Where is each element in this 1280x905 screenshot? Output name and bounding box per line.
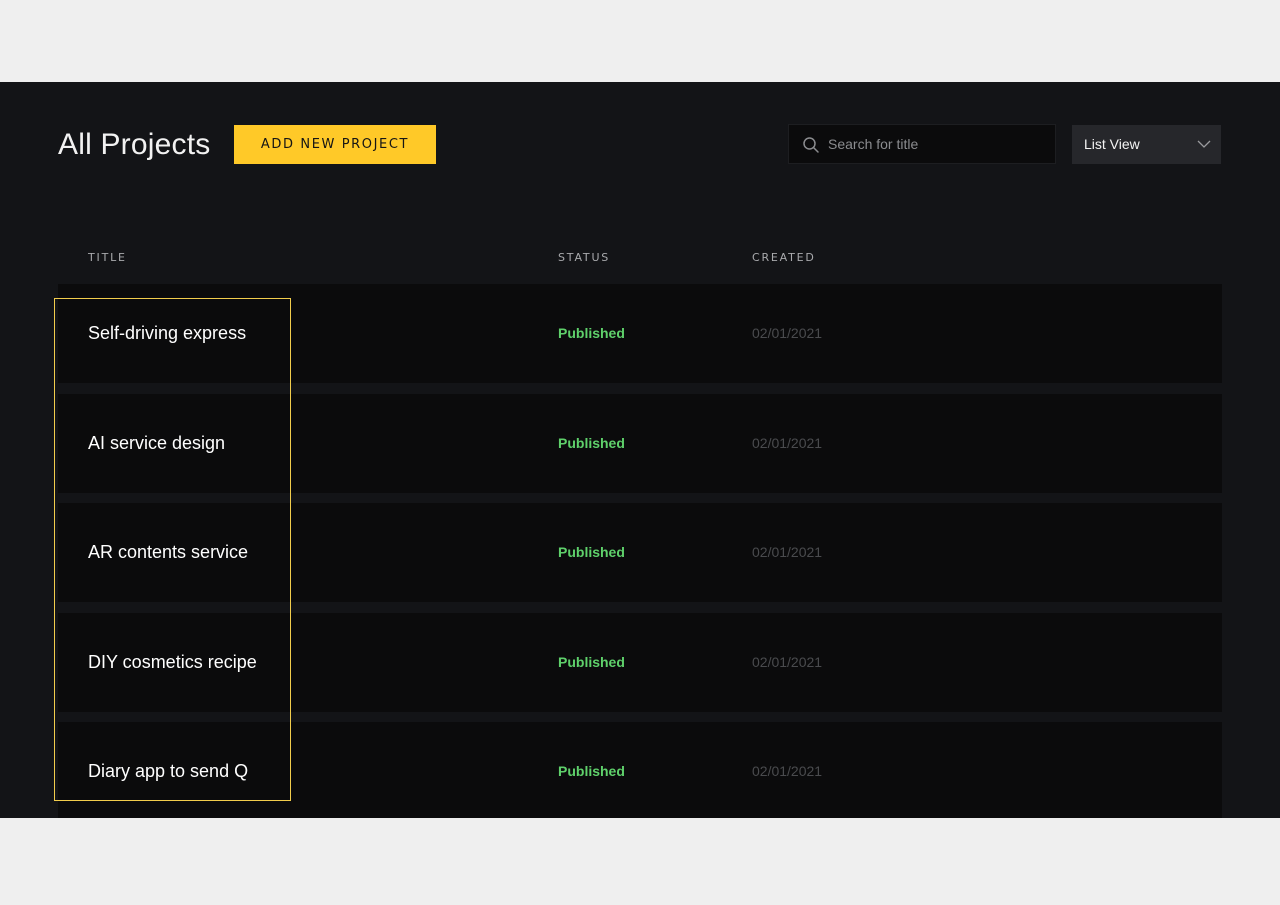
created-date: 02/01/2021 <box>752 763 823 779</box>
column-header-status: STATUS <box>558 251 611 264</box>
view-select-value: List View <box>1084 136 1140 152</box>
table-row[interactable]: Diary app to send Q Published 02/01/2021 <box>58 722 1222 818</box>
search-box[interactable] <box>788 124 1056 164</box>
status-label: Published <box>558 325 625 341</box>
created-date: 02/01/2021 <box>752 654 823 670</box>
table-row[interactable]: DIY cosmetics recipe Published 02/01/202… <box>58 613 1222 712</box>
created-date: 02/01/2021 <box>752 435 823 451</box>
status-label: Published <box>558 435 625 451</box>
row-title: AR contents service <box>88 542 249 562</box>
table-row[interactable]: AR contents service Published 02/01/2021 <box>58 503 1222 602</box>
table-row[interactable]: Self-driving express Published 02/01/202… <box>58 284 1222 383</box>
column-header-title: TITLE <box>88 251 127 264</box>
row-title: DIY cosmetics recipe <box>88 652 257 672</box>
row-title: Diary app to send Q <box>88 761 249 781</box>
chevron-down-icon <box>1197 140 1211 148</box>
column-header-created: CREATED <box>752 251 816 264</box>
view-select-dropdown[interactable]: List View <box>1072 125 1221 164</box>
status-label: Published <box>558 763 625 779</box>
created-date: 02/01/2021 <box>752 325 823 341</box>
projects-page: All Projects ADD NEW PROJECT List View T… <box>0 82 1280 818</box>
table-row[interactable]: AI service design Published 02/01/2021 <box>58 394 1222 493</box>
created-date: 02/01/2021 <box>752 544 823 560</box>
status-label: Published <box>558 654 625 670</box>
row-title: Self-driving express <box>88 323 247 343</box>
search-input[interactable] <box>828 125 1048 163</box>
status-label: Published <box>558 544 625 560</box>
row-title: AI service design <box>88 433 226 453</box>
search-icon <box>803 137 819 153</box>
add-new-project-button[interactable]: ADD NEW PROJECT <box>234 125 436 164</box>
page-title: All Projects <box>58 128 211 161</box>
